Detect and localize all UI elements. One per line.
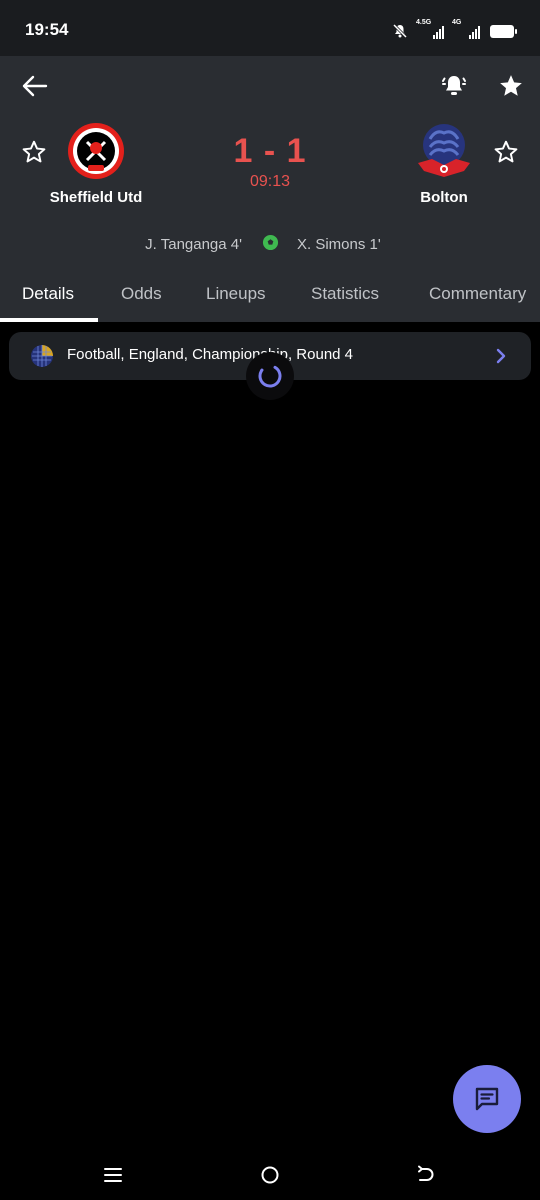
chevron-right-icon bbox=[496, 348, 506, 364]
favorite-match-button[interactable] bbox=[495, 70, 527, 102]
away-team-name[interactable]: Bolton bbox=[364, 189, 524, 206]
tab-statistics[interactable]: Statistics bbox=[311, 284, 379, 304]
status-icons: 4.5G 4G bbox=[392, 19, 517, 42]
tournament-label: Football, England, Championship, Round 4 bbox=[67, 346, 354, 363]
home-scorer: J. Tanganga 4' bbox=[145, 236, 242, 253]
notifications-button[interactable] bbox=[438, 70, 470, 102]
signal-label: 4G bbox=[452, 19, 462, 26]
goal-indicator bbox=[261, 233, 279, 251]
match-tabs: Details Odds Lineups Statistics Commenta… bbox=[0, 272, 540, 322]
back-button[interactable] bbox=[16, 70, 52, 102]
home-circle-icon bbox=[261, 1166, 279, 1184]
bell-icon bbox=[442, 76, 466, 95]
tab-indicator bbox=[0, 318, 98, 322]
match-header: Sheffield Utd 1 - 1 09:13 Bolton J. Tang… bbox=[0, 56, 540, 322]
tab-odds[interactable]: Odds bbox=[121, 284, 162, 304]
favorite-home-team-button[interactable] bbox=[18, 136, 50, 168]
match-clock: 09:13 bbox=[249, 173, 291, 190]
tab-commentary[interactable]: Commentary bbox=[429, 284, 526, 304]
mute-icon bbox=[392, 23, 408, 39]
menu-icon bbox=[104, 1168, 122, 1182]
system-nav-bar bbox=[0, 1150, 540, 1200]
signal-icon: 4G bbox=[452, 19, 480, 41]
star-outline-icon bbox=[494, 140, 518, 163]
home-team-name[interactable]: Sheffield Utd bbox=[16, 189, 176, 206]
loading-spinner bbox=[246, 352, 294, 400]
signal-icon: 4.5G bbox=[416, 19, 444, 41]
recent-apps-button[interactable] bbox=[100, 1162, 126, 1188]
home-team-logo[interactable] bbox=[66, 121, 126, 181]
tab-lineups[interactable]: Lineups bbox=[206, 284, 266, 304]
away-team-logo[interactable] bbox=[414, 120, 474, 182]
match-score: 1 - 1 bbox=[233, 132, 307, 170]
status-bar: 19:54 4.5G 4G bbox=[0, 0, 540, 56]
star-outline-icon bbox=[22, 140, 46, 163]
away-scorer: X. Simons 1' bbox=[297, 236, 381, 253]
soccer-ball-icon bbox=[262, 234, 278, 250]
tournament-chevron bbox=[491, 345, 511, 367]
chat-icon bbox=[475, 1087, 499, 1111]
status-time: 19:54 bbox=[25, 20, 69, 39]
tab-details[interactable]: Details bbox=[22, 284, 74, 304]
star-filled-icon bbox=[500, 75, 522, 96]
tournament-logo bbox=[29, 343, 55, 369]
back-nav-icon bbox=[418, 1165, 434, 1181]
battery-icon bbox=[490, 24, 517, 38]
back-arrow-icon bbox=[22, 75, 48, 97]
back-nav-button[interactable] bbox=[412, 1162, 438, 1188]
sheffield-utd-crest-icon bbox=[68, 123, 124, 179]
signal-label: 4.5G bbox=[416, 19, 432, 26]
chat-button[interactable] bbox=[453, 1065, 521, 1133]
championship-logo-icon bbox=[31, 345, 53, 367]
favorite-away-team-button[interactable] bbox=[490, 136, 522, 168]
home-button[interactable] bbox=[257, 1162, 283, 1188]
spinner-icon bbox=[258, 364, 282, 388]
bolton-crest-icon bbox=[418, 124, 470, 177]
